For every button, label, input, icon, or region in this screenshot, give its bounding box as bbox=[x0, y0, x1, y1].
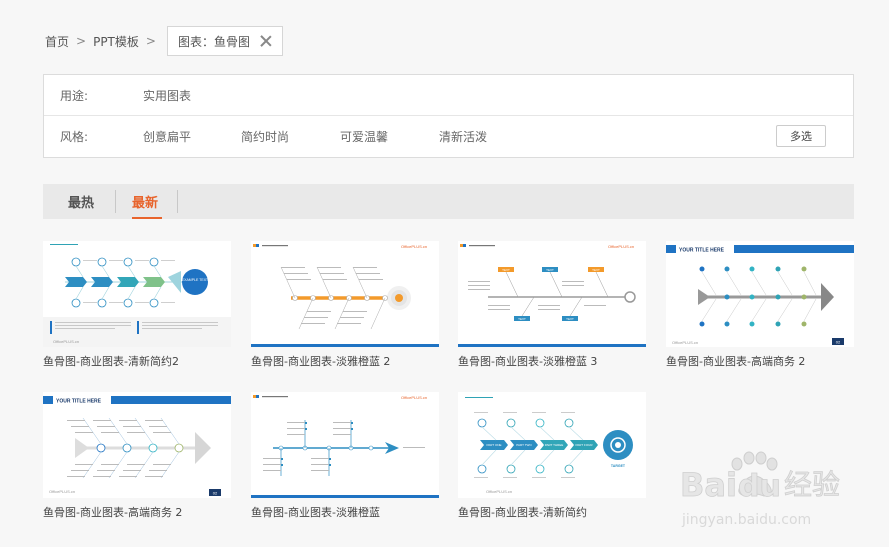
active-filter-tag: 图表：鱼骨图 bbox=[166, 26, 283, 56]
template-card[interactable]: OfficePLUS.cn 鱼骨图-商业图表-淡雅橙蓝 bbox=[251, 392, 439, 520]
template-title[interactable]: 鱼骨图-商业图表-淡雅橙蓝 bbox=[251, 504, 439, 520]
template-thumbnail[interactable]: OfficePLUS.cn TEXT TEXT TEXT TEXT TEXT bbox=[458, 241, 646, 347]
breadcrumb-home[interactable]: 首页 bbox=[45, 33, 69, 50]
baidu-jingyan-watermark: Bai du 经验 jingyan.baidu.com bbox=[680, 451, 840, 528]
watermark-brand-du: du bbox=[738, 469, 781, 504]
target-label: TARGET bbox=[611, 464, 626, 468]
style-option-fresh-lively[interactable]: 清新活泼 bbox=[439, 128, 487, 145]
filter-tag-label: 图表：鱼骨图 bbox=[177, 34, 250, 49]
style-option-creative-flat[interactable]: 创意扁平 bbox=[143, 128, 191, 145]
template-card[interactable]: OfficePLUS.cn 鱼骨图-商业图表-淡雅橙蓝 2 bbox=[251, 241, 439, 369]
watermark-url: jingyan.baidu.com bbox=[681, 512, 811, 528]
text-box-label: TEXT bbox=[546, 268, 554, 272]
watermark-jingyan-cn: 经验 bbox=[784, 468, 840, 501]
fishbone-thumbnail-graphic: OfficePLUS.cn bbox=[251, 244, 439, 347]
sort-bar: 最热 最新 bbox=[43, 184, 854, 219]
fishbone-thumbnail-graphic: PART ONE PART TWO PART THREE PART FOUR TARG… bbox=[465, 397, 633, 494]
page-number: 02 bbox=[213, 491, 218, 496]
template-card[interactable]: EXAMPLE TEXT OfficePLUS.cn 鱼骨图-商业图表-清新简约… bbox=[43, 241, 231, 369]
template-title[interactable]: 鱼骨图-商业图表-清新简约2 bbox=[43, 353, 231, 369]
text-box-label: TEXT bbox=[518, 317, 526, 321]
fishbone-thumbnail-graphic: OfficePLUS.cn TEXT TEXT TEXT TEXT TEXT bbox=[458, 244, 646, 347]
template-title[interactable]: 鱼骨图-商业图表-淡雅橙蓝 3 bbox=[458, 353, 646, 369]
style-option-simple-fashion[interactable]: 简约时尚 bbox=[241, 128, 289, 145]
template-card[interactable]: PART ONE PART TWO PART THREE PART FOUR TARG… bbox=[458, 392, 646, 520]
text-box-label: TEXT bbox=[566, 317, 574, 321]
style-option-cute-warm[interactable]: 可爱温馨 bbox=[340, 128, 388, 145]
part-three-label: PART THREE bbox=[545, 443, 564, 447]
template-thumbnail[interactable]: YOUR TITLE HERE 02 OfficePLUS.cn bbox=[43, 392, 231, 498]
template-title[interactable]: 鱼骨图-商业图表-淡雅橙蓝 2 bbox=[251, 353, 439, 369]
usage-label: 用途: bbox=[60, 88, 89, 103]
part-one-label: PART ONE bbox=[486, 443, 501, 447]
filter-panel: 用途: 实用图表 风格: 创意扁平 简约时尚 可爱温馨 清新活泼 多选 bbox=[43, 74, 854, 158]
multi-select-button[interactable]: 多选 bbox=[776, 125, 826, 147]
style-filter-row: 风格: 创意扁平 简约时尚 可爱温馨 清新活泼 多选 bbox=[44, 116, 853, 156]
template-thumbnail[interactable]: PART ONE PART TWO PART THREE PART FOUR TARG… bbox=[458, 392, 646, 498]
example-text-label: EXAMPLE TEXT bbox=[182, 278, 209, 282]
template-thumbnail[interactable]: OfficePLUS.cn bbox=[251, 392, 439, 498]
brand-label: OfficePLUS.cn bbox=[49, 489, 75, 494]
breadcrumb-separator: > bbox=[145, 34, 156, 48]
text-box-label: TEXT bbox=[592, 268, 600, 272]
tab-newest[interactable]: 最新 bbox=[132, 184, 162, 219]
part-two-label: PART TWO bbox=[516, 443, 532, 447]
divider bbox=[177, 190, 178, 213]
watermark-brand: Bai bbox=[680, 466, 737, 504]
usage-option-practical-charts[interactable]: 实用图表 bbox=[143, 87, 191, 104]
part-four-label: PART FOUR bbox=[575, 443, 593, 447]
breadcrumb-separator: > bbox=[76, 34, 87, 48]
template-title[interactable]: 鱼骨图-商业图表-高端商务 2 bbox=[666, 353, 854, 369]
fishbone-thumbnail-graphic: OfficePLUS.cn bbox=[251, 395, 439, 498]
divider bbox=[115, 190, 116, 213]
template-thumbnail[interactable]: YOUR TITLE HERE 02 OfficePLUS.cn bbox=[666, 241, 854, 347]
template-thumbnail[interactable]: EXAMPLE TEXT OfficePLUS.cn bbox=[43, 241, 231, 347]
your-title-label: YOUR TITLE HERE bbox=[679, 248, 725, 254]
template-card[interactable]: YOUR TITLE HERE 02 OfficePLUS.cn 鱼骨图-商业图… bbox=[666, 241, 854, 369]
brand-label: OfficePLUS.cn bbox=[53, 339, 79, 344]
tab-hottest[interactable]: 最热 bbox=[68, 184, 98, 219]
brand-label: OfficePLUS.cn bbox=[486, 489, 512, 494]
template-title[interactable]: 鱼骨图-商业图表-高端商务 2 bbox=[43, 504, 231, 520]
usage-filter-row: 用途: 实用图表 bbox=[44, 75, 853, 116]
breadcrumb-ppt-templates[interactable]: PPT模板 bbox=[93, 33, 139, 50]
fishbone-thumbnail-graphic: YOUR TITLE HERE 02 OfficePLUS.cn bbox=[666, 245, 854, 345]
template-title[interactable]: 鱼骨图-商业图表-清新简约 bbox=[458, 504, 646, 520]
brand-label: OfficePLUS.cn bbox=[401, 244, 427, 249]
style-label: 风格: bbox=[60, 129, 89, 144]
text-box-label: TEXT bbox=[502, 268, 510, 272]
brand-label: OfficePLUS.cn bbox=[672, 340, 698, 345]
your-title-label: YOUR TITLE HERE bbox=[56, 399, 102, 405]
template-thumbnail[interactable]: OfficePLUS.cn bbox=[251, 241, 439, 347]
template-card[interactable]: OfficePLUS.cn TEXT TEXT TEXT TEXT TEXT 鱼骨图-商… bbox=[458, 241, 646, 369]
page-number: 02 bbox=[836, 340, 841, 345]
brand-label: OfficePLUS.cn bbox=[608, 244, 634, 249]
close-icon[interactable] bbox=[260, 35, 272, 47]
fishbone-thumbnail-graphic: YOUR TITLE HERE 02 OfficePLUS.cn bbox=[43, 396, 231, 496]
breadcrumb: 首页 > PPT模板 > 图表：鱼骨图 bbox=[45, 26, 283, 56]
template-card[interactable]: YOUR TITLE HERE 02 OfficePLUS.cn 鱼骨图-商业图… bbox=[43, 392, 231, 520]
fishbone-thumbnail-graphic: EXAMPLE TEXT OfficePLUS.cn bbox=[43, 244, 231, 347]
brand-label: OfficePLUS.cn bbox=[401, 395, 427, 400]
